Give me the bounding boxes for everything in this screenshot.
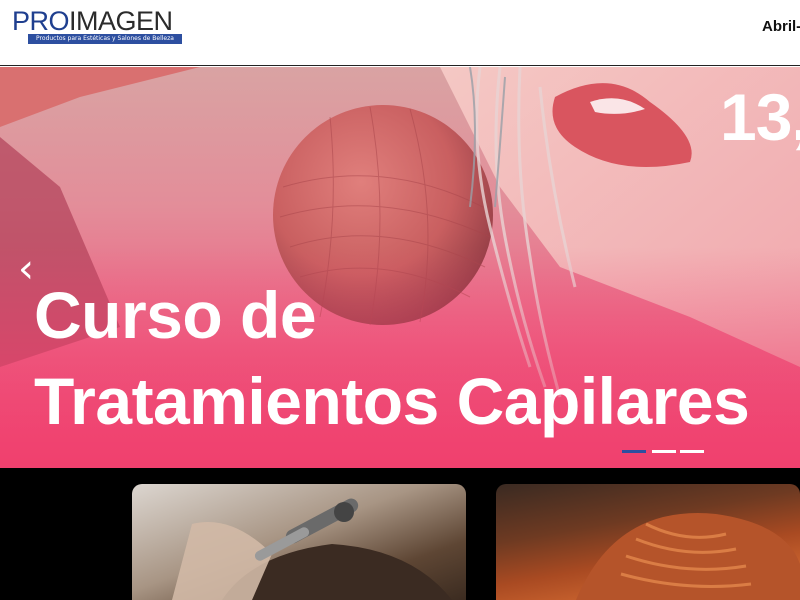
logo-wordmark: PROIMAGEN — [12, 6, 173, 36]
slider-dot-2[interactable] — [652, 450, 676, 453]
braid-hairstyle-image — [576, 513, 800, 600]
proimagen-logo[interactable]: PROIMAGEN Productos para Estéticas y Sal… — [12, 6, 187, 46]
hero-date: 13, — [720, 80, 800, 154]
curling-iron-image — [172, 498, 452, 600]
hero-title-line-2: Tratamientos Capilares — [34, 364, 750, 438]
hairstyling-curling-card[interactable] — [132, 484, 466, 600]
hero-title-line-1: Curso de — [34, 278, 317, 352]
site-header: PROIMAGEN Productos para Estéticas y Sal… — [0, 0, 800, 66]
braid-hairstyle-card[interactable] — [496, 484, 800, 600]
slider-dot-3[interactable] — [680, 450, 704, 453]
hero-title: Curso de Tratamientos Capilares — [34, 272, 800, 444]
logo-imagen: IMAGEN — [69, 6, 173, 36]
nav-item-abril[interactable]: Abril- — [762, 18, 800, 35]
slider-dot-1[interactable] — [622, 450, 646, 453]
logo-tagline: Productos para Estéticas y Salones de Be… — [28, 34, 182, 44]
hero-slider: 13, ‹ Curso de Tratamientos Capilares — [0, 67, 800, 468]
logo-pro: PRO — [12, 6, 70, 36]
